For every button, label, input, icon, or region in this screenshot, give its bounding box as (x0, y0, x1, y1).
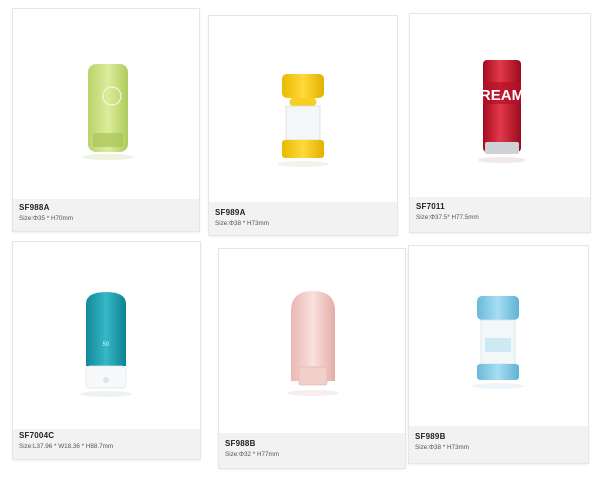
product-card-sf7004c[interactable]: 50 SF7004C Size:L37.96 * W18.36 * H88.7m… (13, 242, 200, 459)
product-image: REAM (410, 14, 590, 197)
product-image: 50 (13, 242, 200, 429)
teal-stick-image: 50 (80, 292, 132, 397)
product-caption: SF988A Size:Φ35 * H70mm (13, 199, 199, 231)
product-card-sf989a[interactable]: SF989A Size:Φ38 * H73mm (209, 16, 397, 235)
product-caption: SF7011 Size:Φ37.5* H77.5mm (410, 197, 590, 232)
product-card-sf988b[interactable]: SF988B Size:Φ32 * H77mm (219, 249, 405, 468)
product-size: Size:Φ38 * H73mm (415, 444, 470, 451)
pink-stick-image (287, 291, 339, 396)
product-code: SF988A (19, 203, 50, 212)
product-code: SF989B (415, 432, 446, 441)
product-image (409, 246, 588, 426)
product-image (209, 16, 397, 202)
product-caption: SF7004C Size:L37.96 * W18.36 * H88.7mm (13, 429, 200, 459)
product-size: Size:Φ38 * H73mm (215, 220, 270, 227)
product-caption: SF988B Size:Φ32 * H77mm (219, 433, 405, 468)
product-code: SF989A (215, 208, 246, 217)
green-stick-image (82, 64, 134, 160)
product-size: Size:Φ32 * H77mm (225, 451, 280, 458)
product-code: SF988B (225, 439, 256, 448)
product-image (219, 249, 405, 433)
red-stick-image: REAM (478, 60, 526, 163)
blue-stick-image (472, 296, 524, 389)
svg-text:REAM: REAM (480, 87, 524, 104)
product-code: SF7011 (416, 202, 445, 211)
product-caption: SF989A Size:Φ38 * H73mm (209, 202, 397, 235)
product-size: Size:L37.96 * W18.36 * H88.7mm (19, 443, 114, 450)
product-card-sf7011[interactable]: REAM SF7011 Size:Φ37.5* H77.5mm (410, 14, 590, 232)
svg-text:50: 50 (103, 342, 110, 348)
product-image (13, 9, 199, 199)
product-card-sf989b[interactable]: SF989B Size:Φ38 * H73mm (409, 246, 588, 463)
product-card-sf988a[interactable]: SF988A Size:Φ35 * H70mm (13, 9, 199, 231)
product-size: Size:Φ37.5* H77.5mm (416, 214, 479, 221)
product-size: Size:Φ35 * H70mm (19, 215, 74, 222)
yellow-stick-image (277, 74, 329, 167)
product-caption: SF989B Size:Φ38 * H73mm (409, 426, 588, 463)
product-code: SF7004C (19, 431, 55, 440)
